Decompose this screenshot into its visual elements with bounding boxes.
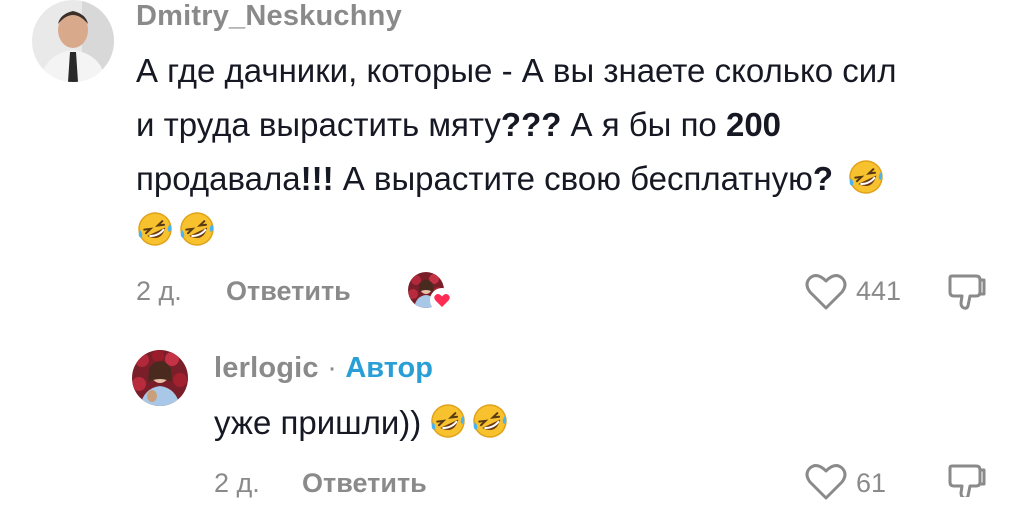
like-count: 61 — [856, 468, 887, 498]
rolling-on-floor-laughing-icon — [136, 210, 174, 248]
comment-username[interactable]: Dmitry_Neskuchny — [136, 0, 402, 33]
avatar[interactable] — [32, 0, 114, 82]
avatar[interactable] — [132, 350, 188, 406]
comment-text-line: А где дачники, которые - А вы знаете ско… — [136, 44, 896, 98]
comment-text-line: продавала!!! А вырастите свою бесплатную… — [136, 152, 896, 206]
comment-text-segment: ??? — [500, 106, 562, 143]
comment-text-segment: продавала — [136, 160, 301, 197]
comment-username[interactable]: lerlogic — [214, 352, 319, 384]
like-count: 441 — [856, 276, 902, 306]
comment-time: 2 д. — [136, 276, 182, 306]
comment-text-line — [136, 206, 896, 256]
reply-button[interactable]: Ответить — [226, 276, 351, 307]
comment-text-segment: А вырастите свою бесплатную — [333, 160, 813, 197]
rolling-on-floor-laughing-icon — [178, 210, 216, 248]
rolling-on-floor-laughing-icon — [471, 402, 509, 440]
reply-header: lerlogic · Автор — [214, 352, 433, 385]
like-heart-icon[interactable] — [804, 272, 848, 312]
comment-text-segment: !!! — [300, 160, 334, 197]
comment-text-segment: А я бы по — [561, 106, 726, 143]
author-badge: Автор — [345, 352, 433, 384]
comment-text-segment: и труда вырастить мяту — [136, 106, 501, 143]
comment-text-segment: ? — [812, 160, 834, 197]
comment-text-segment: А где дачники, которые - А вы знаете ско… — [136, 52, 897, 89]
comment-text-line: и труда вырастить мяту??? А я бы по 200 — [136, 98, 896, 152]
rolling-on-floor-laughing-icon — [429, 402, 467, 440]
comment-text: уже пришли)) — [214, 396, 509, 450]
like-heart-icon[interactable] — [804, 462, 848, 502]
comment-text-segment: уже пришли)) — [214, 404, 422, 441]
creator-liked-badge — [408, 272, 456, 314]
comment-text-segment: 200 — [725, 106, 782, 143]
dislike-icon[interactable] — [946, 460, 988, 497]
reply-button[interactable]: Ответить — [302, 468, 427, 499]
dislike-icon[interactable] — [946, 270, 988, 312]
comment-time: 2 д. — [214, 468, 260, 498]
separator-dot: · — [327, 352, 337, 384]
heart-icon — [430, 288, 454, 312]
rolling-on-floor-laughing-icon — [847, 158, 885, 196]
comment-text: А где дачники, которые - А вы знаете ско… — [136, 44, 896, 256]
